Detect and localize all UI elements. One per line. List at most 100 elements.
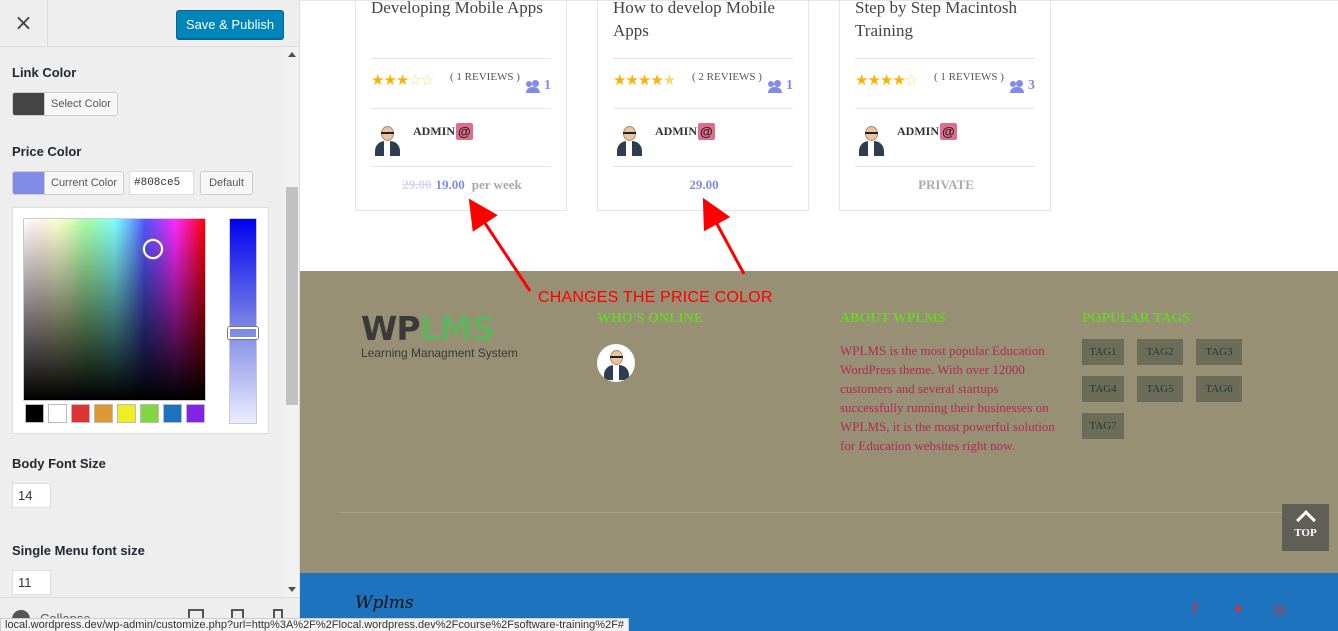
palette-swatch-green[interactable] xyxy=(140,404,159,423)
old-price: 29.00 xyxy=(402,177,432,192)
tag-link[interactable]: TAG3 xyxy=(1196,339,1242,365)
wplms-logo[interactable]: WPLMS xyxy=(361,309,495,348)
instructor-badge: @ xyxy=(940,123,957,140)
site-preview: Developing Mobile Apps ★★★☆☆ ( 1 REVIEWS… xyxy=(300,0,1338,631)
palette-swatch-black[interactable] xyxy=(25,404,44,423)
reviews-count: ( 1 REVIEWS ) xyxy=(934,71,1004,83)
instructor-name[interactable]: ADMIN @ xyxy=(897,123,957,140)
customizer-sidebar: × Save & Publish Link Color Select Color… xyxy=(0,0,300,631)
current-color-label: Current Color xyxy=(44,172,123,194)
course-title[interactable]: Developing Mobile Apps xyxy=(371,1,556,19)
instructor-name[interactable]: ADMIN @ xyxy=(655,123,715,140)
body-font-size-input[interactable]: 14 xyxy=(12,483,51,508)
sale-price: 29.00 xyxy=(689,177,719,192)
instructor-name[interactable]: ADMIN @ xyxy=(413,123,473,140)
popular-tags-heading: POPULAR TAGS xyxy=(1082,311,1190,326)
back-to-top-button[interactable]: TOP xyxy=(1282,504,1329,551)
users-icon xyxy=(1010,80,1025,93)
whos-online-heading: WHO'S ONLINE xyxy=(597,311,704,326)
instructor-label[interactable]: ADMIN xyxy=(897,124,939,139)
twitter-icon[interactable]: ✦ xyxy=(1232,600,1245,618)
annotation-arrow xyxy=(702,197,746,275)
divider xyxy=(613,58,793,59)
price-color-label: Price Color xyxy=(12,144,82,159)
instructor-avatar[interactable] xyxy=(374,124,400,156)
divider xyxy=(855,58,1035,59)
divider xyxy=(371,58,551,59)
students-count: 1 xyxy=(768,78,793,94)
price-color-hex-input[interactable]: #808ce5 xyxy=(129,171,194,195)
course-card[interactable]: Developing Mobile Apps ★★★☆☆ ( 1 REVIEWS… xyxy=(355,1,568,211)
divider xyxy=(855,108,1035,109)
bottom-logo[interactable]: Wplms xyxy=(355,593,414,613)
palette-swatch-purple[interactable] xyxy=(186,404,205,423)
course-title[interactable]: Step by Step Macintosh Training xyxy=(855,1,1040,42)
divider xyxy=(613,166,793,167)
about-text: WPLMS is the most popular Education Word… xyxy=(840,343,1055,453)
color-palette xyxy=(25,404,205,423)
palette-swatch-red[interactable] xyxy=(71,404,90,423)
hue-slider-handle[interactable] xyxy=(228,327,258,339)
sidebar-scrollbar[interactable] xyxy=(284,47,299,597)
rating-stars: ★★★★☆ xyxy=(855,71,918,89)
course-price: 29.00 xyxy=(598,177,810,193)
pinterest-icon[interactable]: ◎ xyxy=(1273,600,1286,618)
students-number: 1 xyxy=(544,78,551,93)
single-menu-font-size-label: Single Menu font size xyxy=(12,543,145,558)
reviews-count: ( 2 REVIEWS ) xyxy=(692,71,762,83)
palette-swatch-yellow[interactable] xyxy=(117,404,136,423)
tag-link[interactable]: TAG6 xyxy=(1196,376,1242,402)
online-user-avatar[interactable] xyxy=(597,344,635,382)
about-heading: ABOUT WPLMS xyxy=(840,311,946,326)
close-customizer-button[interactable]: × xyxy=(0,0,48,47)
course-price: PRIVATE xyxy=(918,177,974,192)
course-card[interactable]: How to develop Mobile Apps ★★★★★ ( 2 REV… xyxy=(597,1,810,211)
facebook-icon[interactable]: f xyxy=(1192,600,1197,618)
single-menu-font-size-input[interactable]: 11 xyxy=(12,570,51,595)
color-picker-saturation-area[interactable] xyxy=(23,218,206,401)
palette-swatch-blue[interactable] xyxy=(163,404,182,423)
select-color-label: Select Color xyxy=(44,93,117,115)
users-icon xyxy=(768,80,783,93)
save-publish-button[interactable]: Save & Publish xyxy=(176,10,284,39)
tag-link[interactable]: TAG1 xyxy=(1082,339,1124,365)
students-count: 3 xyxy=(1010,78,1035,94)
color-picker-handle[interactable] xyxy=(143,239,163,259)
divider xyxy=(371,108,551,109)
price-color-swatch xyxy=(13,172,44,194)
tag-link[interactable]: TAG4 xyxy=(1082,376,1124,402)
link-color-select-button[interactable]: Select Color xyxy=(12,92,118,116)
tag-cloud: TAG1 TAG2 TAG3 TAG4 TAG5 TAG6 TAG7 xyxy=(1082,339,1257,439)
students-count: 1 xyxy=(526,78,551,94)
scroll-down-arrow-icon[interactable] xyxy=(288,587,296,592)
rating-stars: ★★★☆☆ xyxy=(371,71,434,89)
price-color-default-button[interactable]: Default xyxy=(200,171,253,195)
instructor-avatar[interactable] xyxy=(616,124,642,156)
rating-stars: ★★★★★ xyxy=(613,71,676,89)
instructor-avatar[interactable] xyxy=(858,124,884,156)
screen: × Save & Publish Link Color Select Color… xyxy=(0,0,1338,631)
palette-swatch-orange[interactable] xyxy=(94,404,113,423)
logo-subtitle: Learning Managment System xyxy=(361,346,518,360)
tag-link[interactable]: TAG7 xyxy=(1082,413,1124,439)
palette-swatch-white[interactable] xyxy=(48,404,67,423)
students-number: 1 xyxy=(786,78,793,93)
site-footer: WPLMS Learning Managment System WHO'S ON… xyxy=(300,271,1338,573)
price-color-current-button[interactable]: Current Color xyxy=(12,171,125,195)
reviews-count: ( 1 REVIEWS ) xyxy=(450,71,520,83)
instructor-label[interactable]: ADMIN xyxy=(413,124,455,139)
instructor-badge: @ xyxy=(698,123,715,140)
scroll-up-arrow-icon[interactable] xyxy=(288,52,296,57)
tag-link[interactable]: TAG2 xyxy=(1137,339,1183,365)
course-title[interactable]: How to develop Mobile Apps xyxy=(613,1,798,42)
tag-link[interactable]: TAG5 xyxy=(1137,376,1183,402)
course-card[interactable]: Step by Step Macintosh Training ★★★★☆ ( … xyxy=(839,1,1051,211)
link-color-label: Link Color xyxy=(12,65,77,80)
footer-divider xyxy=(340,512,1298,513)
course-price: 29.00 19.00 per week xyxy=(356,177,568,193)
user-avatar xyxy=(603,348,629,380)
color-picker-hue-slider[interactable] xyxy=(228,218,258,424)
price-period: per week xyxy=(471,177,522,192)
instructor-label[interactable]: ADMIN xyxy=(655,124,697,139)
scrollbar-thumb[interactable] xyxy=(286,187,298,405)
